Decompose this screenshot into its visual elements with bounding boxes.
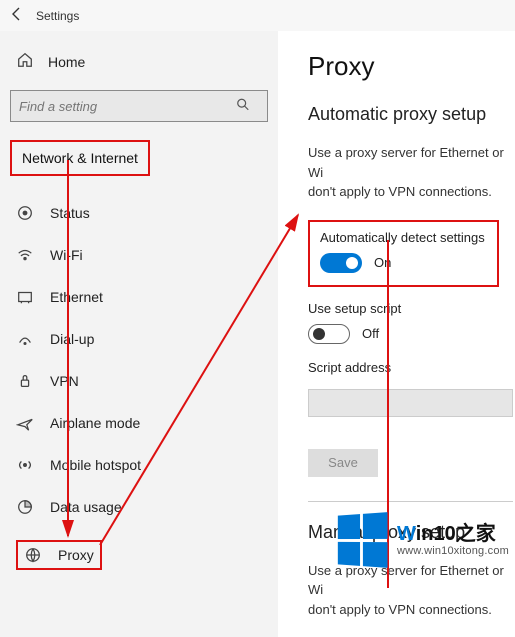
dialup-icon [16,330,34,348]
auto-detect-toggle[interactable] [320,253,362,273]
hotspot-icon [16,456,34,474]
sidebar-item-proxy[interactable]: Proxy [0,528,278,582]
sidebar-section-heading: Network & Internet [0,130,278,186]
sidebar-item-wifi[interactable]: Wi-Fi [0,234,278,276]
back-button[interactable] [8,6,24,25]
sidebar-item-label: Data usage [50,499,122,515]
auto-detect-label: Automatically detect settings [320,230,485,245]
sidebar-item-label: Mobile hotspot [50,457,141,473]
section-divider [308,501,513,502]
setup-script-state: Off [362,326,379,341]
sidebar-item-dialup[interactable]: Dial-up [0,318,278,360]
sidebar-item-label: Ethernet [50,289,103,305]
status-icon [16,204,34,222]
vpn-icon [16,372,34,390]
ethernet-icon [16,288,34,306]
annotation-box-auto-detect: Automatically detect settings On [308,220,499,287]
script-address-label: Script address [308,360,515,375]
save-button[interactable]: Save [308,449,378,477]
page-title: Proxy [308,51,515,82]
search-box[interactable] [10,90,268,122]
auto-section-heading: Automatic proxy setup [308,104,515,125]
sidebar-nav: Status Wi-Fi Ethernet Dial-up VPN [0,192,278,582]
home-link[interactable]: Home [0,41,278,82]
annotation-box-proxy: Proxy [16,540,102,570]
manual-section-heading: Manual proxy setup [308,522,515,543]
sidebar-item-label: Airplane mode [50,415,140,431]
titlebar: Settings [0,0,515,31]
sidebar-item-label: Wi-Fi [50,247,83,263]
auto-section-desc: Use a proxy server for Ethernet or Wi do… [308,143,515,202]
wifi-icon [16,246,34,264]
sidebar-item-vpn[interactable]: VPN [0,360,278,402]
setup-script-toggle[interactable] [308,324,350,344]
sidebar-item-status[interactable]: Status [0,192,278,234]
main-content: Proxy Automatic proxy setup Use a proxy … [278,31,515,637]
sidebar-item-label: VPN [50,373,79,389]
script-address-input[interactable] [308,389,513,417]
proxy-icon [24,546,42,564]
setup-script-label: Use setup script [308,301,515,316]
annotation-box-section: Network & Internet [10,140,150,176]
sidebar-item-datausage[interactable]: Data usage [0,486,278,528]
sidebar-item-label: Status [50,205,90,221]
search-input[interactable] [10,90,268,122]
auto-detect-state: On [374,255,391,270]
window-title: Settings [36,9,79,23]
search-icon [236,98,250,115]
airplane-icon [16,414,34,432]
home-label: Home [48,54,85,70]
sidebar-item-hotspot[interactable]: Mobile hotspot [0,444,278,486]
sidebar-item-label: Proxy [58,547,94,563]
sidebar-item-label: Dial-up [50,331,94,347]
home-icon [16,51,34,72]
sidebar-item-ethernet[interactable]: Ethernet [0,276,278,318]
sidebar-item-airplane[interactable]: Airplane mode [0,402,278,444]
sidebar: Home Network & Internet Status [0,31,278,637]
data-usage-icon [16,498,34,516]
